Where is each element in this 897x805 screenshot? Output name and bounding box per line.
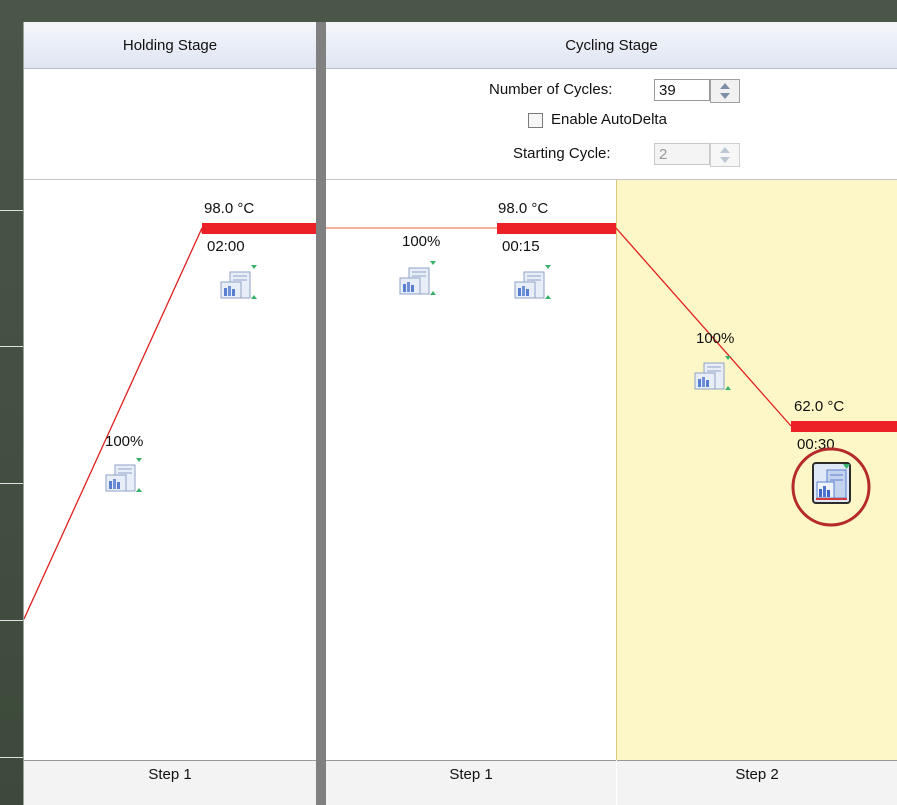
cycling-step1-temp[interactable]: 98.0 °C [498, 200, 548, 217]
holding-time[interactable]: 02:00 [207, 238, 245, 255]
data-collection-on-icon[interactable] [787, 442, 877, 532]
holding-hold-bar[interactable] [202, 223, 316, 234]
cycling-step2-label: Step 2 [735, 766, 779, 783]
axis-tick [0, 483, 24, 484]
cycling-step2-footer[interactable]: Step 2 [617, 760, 897, 805]
cycling-step2-temp[interactable]: 62.0 °C [794, 398, 844, 415]
axis-tick [0, 620, 24, 621]
cycling-step1-footer[interactable]: Step 1 [326, 760, 616, 805]
axis-tick [0, 210, 24, 211]
cycling-step1-label: Step 1 [449, 766, 493, 783]
data-collection-icon[interactable] [512, 262, 552, 302]
data-collection-icon[interactable] [692, 353, 732, 393]
data-collection-icon[interactable] [218, 262, 258, 302]
holding-step1-footer[interactable]: Step 1 [24, 760, 316, 805]
cycling-step1-time[interactable]: 00:15 [502, 238, 540, 255]
holding-ramp-line[interactable] [24, 227, 203, 620]
holding-ramp-rate[interactable]: 100% [105, 433, 143, 450]
thermal-profile-panel: Holding Stage Cycling Stage Number of Cy… [24, 22, 897, 805]
cycling-step1-hold-bar[interactable] [497, 223, 616, 234]
data-collection-icon[interactable] [103, 455, 143, 495]
cycling-step2-ramp-line[interactable] [615, 227, 792, 427]
data-collection-icon[interactable] [397, 258, 437, 298]
cycling-step2-ramp-rate[interactable]: 100% [696, 330, 734, 347]
axis-tick [0, 346, 24, 347]
ramp-lines [24, 227, 792, 620]
holding-temp[interactable]: 98.0 °C [204, 200, 254, 217]
cycling-step2-hold-bar[interactable] [791, 421, 897, 432]
axis-tick [0, 757, 24, 758]
holding-step1-label: Step 1 [148, 766, 192, 783]
cycling-step1-ramp-rate[interactable]: 100% [402, 233, 440, 250]
